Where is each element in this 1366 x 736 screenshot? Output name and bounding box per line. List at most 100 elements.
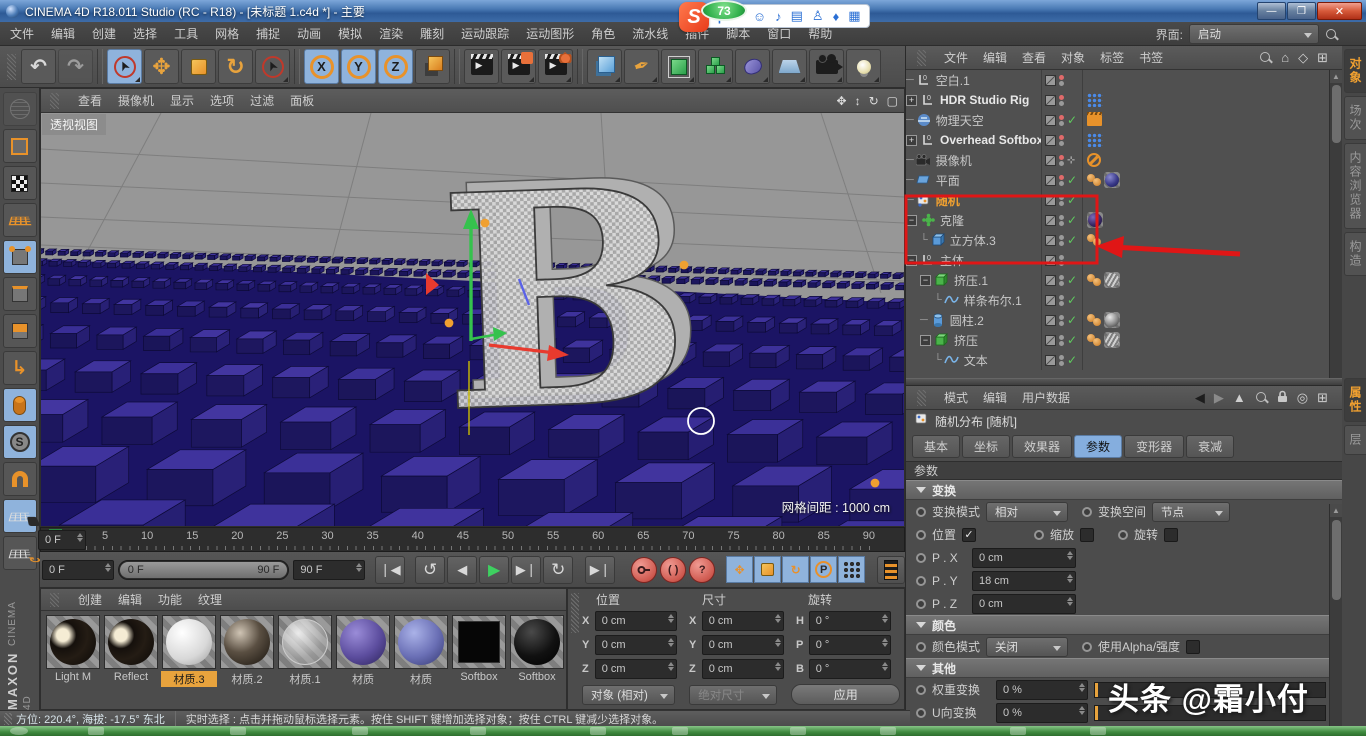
viewport-menu-item[interactable]: 选项 — [210, 92, 234, 109]
view-label[interactable]: 透视视图 — [42, 114, 106, 135]
anim-dot[interactable] — [916, 642, 926, 652]
expand-icon[interactable]: + — [906, 95, 917, 106]
menu-item[interactable]: 捕捉 — [256, 25, 280, 42]
phong-tag[interactable] — [1087, 234, 1101, 246]
timeline-window-button[interactable] — [877, 556, 905, 584]
target-icon[interactable]: ◎ — [1297, 390, 1308, 406]
phong-tag[interactable] — [1087, 274, 1101, 286]
camera-link-icon[interactable]: ⊹ — [1067, 155, 1075, 166]
menu-item[interactable]: 运动图形 — [526, 25, 574, 42]
rotation-b-field[interactable]: 0 ° — [809, 659, 891, 679]
pz-field[interactable]: 0 cm — [972, 594, 1076, 614]
material-menu-item[interactable]: 功能 — [158, 591, 182, 608]
autokey-button[interactable]: ? — [689, 557, 715, 583]
material-grip[interactable] — [50, 593, 59, 607]
coordinate-system-button[interactable] — [415, 49, 450, 84]
object-row[interactable]: └文本 ✓ — [906, 350, 1342, 370]
object-row[interactable]: −挤压.1 ✓ — [906, 270, 1342, 290]
restore-button[interactable]: ❐ — [1287, 2, 1316, 20]
om-menu-item[interactable]: 查看 — [1022, 49, 1046, 66]
viewport-menu-item[interactable]: 过滤 — [250, 92, 274, 109]
history-back-icon[interactable]: ◀ — [1195, 390, 1205, 406]
panel-splitter[interactable] — [906, 378, 1342, 386]
viewport-menu-item[interactable]: 显示 — [170, 92, 194, 109]
start-frame-field[interactable]: 0 F — [42, 560, 114, 580]
prev-frame-button[interactable]: ◀ — [447, 556, 477, 584]
collapse-icon[interactable]: − — [920, 275, 931, 286]
size-z-field[interactable]: 0 cm — [702, 659, 784, 679]
undo-button[interactable]: ↶ — [21, 49, 56, 84]
lock-workplane-button[interactable] — [3, 499, 37, 533]
collapse-icon[interactable]: − — [906, 215, 917, 226]
menu-item[interactable]: 网格 — [215, 25, 239, 42]
goto-end-button[interactable]: ▶❘ — [585, 556, 615, 584]
rotation-h-field[interactable]: 0 ° — [809, 611, 891, 631]
render-view-button[interactable] — [464, 49, 499, 84]
lock-y-axis-button[interactable]: Y — [341, 49, 376, 84]
next-frame-button[interactable]: ▶❘ — [511, 556, 541, 584]
play-button[interactable]: ▶ — [479, 556, 509, 584]
viewport-menu-item[interactable]: 查看 — [78, 92, 102, 109]
collapse-icon[interactable]: − — [906, 255, 917, 266]
zoom-view-icon[interactable]: ↕ — [855, 94, 861, 108]
object-row[interactable]: ─0空白.1 — [906, 70, 1342, 90]
material-item[interactable]: Softbox — [509, 615, 565, 687]
material-item[interactable]: 材质 — [393, 615, 449, 687]
viewport-panel[interactable]: 查看 摄像机 显示 选项 过滤 面板 ✥ ↕ ↻ ▢ 透视视图 网格间距 : 1… — [40, 88, 905, 527]
menu-item[interactable]: 雕刻 — [420, 25, 444, 42]
polygons-mode-button[interactable] — [3, 314, 37, 348]
coordinate-mode-dropdown[interactable]: 对象 (相对) — [582, 685, 675, 705]
material-item[interactable]: Reflect — [103, 615, 159, 687]
menu-item[interactable]: 渲染 — [379, 25, 403, 42]
rotate-button[interactable]: ↻ — [218, 49, 253, 84]
letter-b-model[interactable]: B B — [435, 113, 712, 478]
render-settings-button[interactable] — [538, 49, 573, 84]
group-color[interactable]: 颜色 — [906, 615, 1342, 635]
om-home-icon[interactable]: ⌂ — [1281, 50, 1289, 65]
menu-item[interactable]: 编辑 — [51, 25, 75, 42]
close-button[interactable]: ✕ — [1317, 2, 1362, 20]
material-item[interactable]: 材质 — [335, 615, 391, 687]
coordinates-grip[interactable] — [571, 593, 579, 633]
compositing-tag[interactable] — [1087, 115, 1102, 126]
3d-scene[interactable]: B B — [41, 113, 904, 526]
texture-tag[interactable] — [1104, 332, 1120, 348]
tab-structure[interactable]: 构造 — [1344, 232, 1366, 276]
material-item[interactable]: 材质.1 — [277, 615, 333, 687]
current-frame-field[interactable]: 0 F — [38, 530, 86, 550]
position-z-field[interactable]: 0 cm — [595, 659, 677, 679]
key-position-button[interactable]: ✥ — [726, 556, 753, 583]
goto-next-key-button[interactable]: ↻ — [543, 556, 573, 584]
enable-axis-button[interactable]: ↳ — [3, 351, 37, 385]
tab-layers[interactable]: 层 — [1344, 425, 1366, 455]
anim-dot[interactable] — [1082, 507, 1092, 517]
scale-checkbox[interactable] — [1080, 528, 1094, 542]
anim-dot[interactable] — [916, 708, 926, 718]
ime-mic-icon[interactable]: ♪ — [775, 9, 782, 24]
key-rotation-button[interactable]: ↻ — [782, 556, 809, 583]
ime-skin-icon[interactable]: ♦ — [833, 9, 840, 24]
subdivision-surface-button[interactable] — [661, 49, 696, 84]
workplane-button[interactable] — [3, 536, 37, 570]
edges-mode-button[interactable] — [3, 277, 37, 311]
interface-dropdown[interactable]: 启动 — [1189, 24, 1319, 44]
history-forward-icon[interactable]: ▶ — [1214, 390, 1224, 406]
rotation-p-field[interactable]: 0 ° — [809, 635, 891, 655]
toolbar-grip[interactable] — [7, 54, 16, 80]
key-parameter-button[interactable]: P — [810, 556, 837, 583]
tab-falloff[interactable]: 衰减 — [1186, 435, 1234, 458]
size-x-field[interactable]: 0 cm — [702, 611, 784, 631]
tab-deformer[interactable]: 变形器 — [1124, 435, 1184, 458]
object-row[interactable]: +0Overhead Softbox — [906, 130, 1342, 150]
attr-menu-item[interactable]: 模式 — [944, 389, 968, 406]
material-menu-item[interactable]: 纹理 — [198, 591, 222, 608]
new-panel-icon[interactable]: ⊞ — [1317, 390, 1328, 406]
group-transform[interactable]: 变换 — [906, 480, 1342, 500]
anim-dot[interactable] — [1034, 530, 1044, 540]
object-row[interactable]: └立方体.3 ✓ — [906, 230, 1342, 250]
om-menu-item[interactable]: 书签 — [1139, 49, 1163, 66]
parent-icon[interactable]: ▲ — [1233, 390, 1246, 405]
object-row[interactable]: −克隆 ✓ — [906, 210, 1342, 230]
tab-attributes[interactable]: 属性 — [1344, 378, 1366, 422]
render-picture-viewer-button[interactable] — [501, 49, 536, 84]
